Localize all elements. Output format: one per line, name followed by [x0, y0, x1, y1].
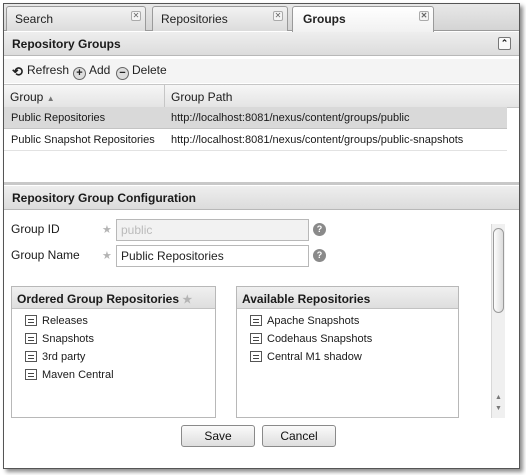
collapse-icon[interactable]: ⌃ — [498, 37, 511, 50]
group-name-field[interactable] — [116, 245, 309, 267]
panel-title: Repository Group Configuration — [12, 191, 196, 205]
toolbar: ⟲ Refresh + Add − Delete — [4, 59, 519, 83]
tab-repositories[interactable]: Repositories ✕ — [152, 6, 288, 31]
group-id-label: Group ID — [11, 222, 60, 236]
required-star-icon: ★ — [182, 294, 193, 306]
repository-icon — [250, 333, 262, 344]
save-button[interactable]: Save — [181, 425, 255, 447]
list-item[interactable]: Releases — [12, 312, 215, 330]
path-cell: http://localhost:8081/nexus/content/grou… — [171, 112, 410, 124]
path-cell: http://localhost:8081/nexus/content/grou… — [171, 134, 464, 146]
app-window: Search ✕ Repositories ✕ Groups ✕ Reposit… — [3, 3, 520, 469]
refresh-icon: ⟲ — [12, 64, 23, 79]
group-cell: Public Repositories — [11, 112, 106, 124]
tab-label: Search — [15, 12, 54, 26]
group-id-field — [116, 219, 309, 241]
tab-groups[interactable]: Groups ✕ — [292, 6, 434, 32]
list-item[interactable]: Maven Central — [12, 366, 215, 384]
list-item[interactable]: Snapshots — [12, 330, 215, 348]
tab-bar: Search ✕ Repositories ✕ Groups ✕ — [4, 4, 519, 32]
scroll-down-icon[interactable]: ▼ — [495, 405, 502, 412]
repository-icon — [250, 351, 262, 362]
ordered-repositories-list[interactable]: Ordered Group Repositories ★ Releases Sn… — [11, 286, 216, 418]
panel-splitter[interactable] — [4, 182, 519, 185]
repository-icon — [25, 369, 37, 380]
cancel-button[interactable]: Cancel — [262, 425, 336, 447]
repository-groups-header: Repository Groups ⌃ — [4, 32, 519, 56]
refresh-button[interactable]: ⟲ Refresh — [11, 63, 69, 79]
list-header: Ordered Group Repositories ★ — [12, 287, 215, 309]
panel-title: Repository Groups — [12, 37, 121, 51]
help-icon[interactable]: ? — [313, 249, 326, 262]
group-name-label: Group Name — [11, 248, 80, 262]
refresh-label: Refresh — [27, 63, 70, 77]
delete-label: Delete — [132, 63, 167, 77]
help-icon[interactable]: ? — [313, 223, 326, 236]
list-item[interactable]: Apache Snapshots — [237, 312, 458, 330]
required-star-icon: ★ — [102, 250, 112, 262]
list-header: Available Repositories — [237, 287, 458, 309]
tab-label: Repositories — [161, 12, 228, 26]
column-header-group[interactable]: Group ▲ — [4, 85, 164, 107]
delete-icon: − — [116, 67, 129, 80]
required-star-icon: ★ — [102, 224, 112, 236]
close-icon[interactable]: ✕ — [131, 11, 141, 21]
configuration-header: Repository Group Configuration — [4, 186, 519, 210]
add-button[interactable]: + Add — [73, 63, 110, 80]
repository-icon — [25, 315, 37, 326]
item-label: Snapshots — [42, 333, 94, 345]
sort-asc-icon: ▲ — [46, 94, 55, 103]
group-cell: Public Snapshot Repositories — [11, 134, 155, 146]
table-row[interactable]: Public Snapshot Repositories http://loca… — [4, 129, 507, 151]
repository-icon — [25, 351, 37, 362]
item-label: 3rd party — [42, 351, 86, 363]
column-label: Group — [10, 90, 44, 104]
item-label: Codehaus Snapshots — [267, 333, 373, 345]
grid-header: Group ▲ Group Path — [4, 84, 519, 108]
tab-search[interactable]: Search ✕ — [6, 6, 146, 31]
item-label: Releases — [42, 315, 88, 327]
tab-label: Groups — [303, 12, 346, 26]
add-icon: + — [73, 67, 86, 80]
scroll-up-icon[interactable]: ▲ — [495, 394, 502, 401]
list-item[interactable]: Codehaus Snapshots — [237, 330, 458, 348]
item-label: Central M1 shadow — [267, 351, 362, 363]
item-label: Apache Snapshots — [267, 315, 360, 327]
add-label: Add — [89, 63, 111, 77]
scroll-thumb[interactable] — [493, 228, 504, 313]
repository-icon — [25, 333, 37, 344]
list-item[interactable]: Central M1 shadow — [237, 348, 458, 366]
form-scrollbar[interactable]: ▲ ▼ — [491, 224, 505, 418]
list-title: Available Repositories — [242, 292, 371, 306]
column-label: Group Path — [171, 90, 233, 104]
close-icon[interactable]: ✕ — [419, 11, 429, 21]
list-item[interactable]: 3rd party — [12, 348, 215, 366]
delete-button[interactable]: − Delete — [116, 63, 167, 80]
repository-icon — [250, 315, 262, 326]
item-label: Maven Central — [42, 369, 114, 381]
available-repositories-list[interactable]: Available Repositories Apache Snapshots … — [236, 286, 459, 418]
column-header-path[interactable]: Group Path — [165, 85, 232, 107]
close-icon[interactable]: ✕ — [273, 11, 283, 21]
table-row[interactable]: Public Repositories http://localhost:808… — [4, 107, 507, 129]
list-title: Ordered Group Repositories — [17, 292, 180, 306]
